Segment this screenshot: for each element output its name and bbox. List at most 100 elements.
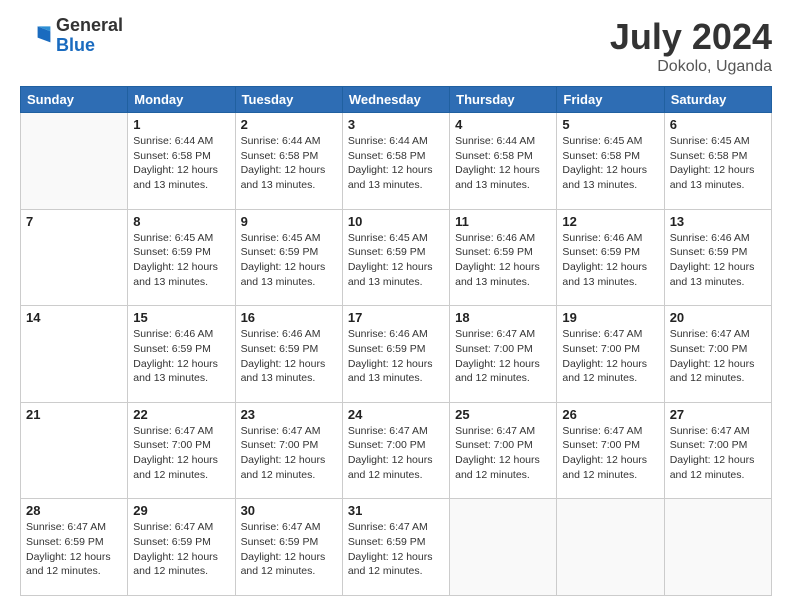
calendar-cell: 21 xyxy=(21,402,128,499)
calendar-cell: 27 Sunrise: 6:47 AMSunset: 7:00 PMDayligh… xyxy=(664,402,771,499)
day-number: 30 xyxy=(241,503,337,518)
calendar-cell: 16Sunrise: 6:46 AMSunset: 6:59 PMDayligh… xyxy=(235,306,342,403)
calendar-header-thursday: Thursday xyxy=(450,87,557,113)
day-number: 19 xyxy=(562,310,658,325)
calendar-cell xyxy=(450,499,557,596)
day-number: 13 xyxy=(670,214,766,229)
calendar-cell: 23 Sunrise: 6:47 AMSunset: 7:00 PMDayligh… xyxy=(235,402,342,499)
day-info: Sunrise: 6:47 AMSunset: 6:59 PMDaylight:… xyxy=(133,520,229,579)
calendar-cell: 30 Sunrise: 6:47 AMSunset: 6:59 PMDayligh… xyxy=(235,499,342,596)
logo-blue: Blue xyxy=(56,36,123,56)
calendar-header-row: SundayMondayTuesdayWednesdayThursdayFrid… xyxy=(21,87,772,113)
month-year: July 2024 xyxy=(610,16,772,58)
calendar-cell: 12 Sunrise: 6:46 AMSunset: 6:59 PMDayligh… xyxy=(557,209,664,306)
day-info: Sunrise: 6:47 AMSunset: 7:00 PMDaylight:… xyxy=(455,424,551,483)
day-info: Sunrise: 6:44 AMSunset: 6:58 PMDaylight:… xyxy=(348,134,444,193)
header: General Blue July 2024 Dokolo, Uganda xyxy=(20,16,772,76)
day-info: Sunrise: 6:45 AMSunset: 6:59 PMDaylight:… xyxy=(241,231,337,290)
day-number: 15 xyxy=(133,310,229,325)
calendar-cell: 13 Sunrise: 6:46 AMSunset: 6:59 PMDayligh… xyxy=(664,209,771,306)
day-number: 26 xyxy=(562,407,658,422)
day-number: 18 xyxy=(455,310,551,325)
calendar-cell: 22 Sunrise: 6:47 AMSunset: 7:00 PMDayligh… xyxy=(128,402,235,499)
calendar-header-wednesday: Wednesday xyxy=(342,87,449,113)
calendar-cell: 25 Sunrise: 6:47 AMSunset: 7:00 PMDayligh… xyxy=(450,402,557,499)
calendar-week-5: 28 Sunrise: 6:47 AMSunset: 6:59 PMDayligh… xyxy=(21,499,772,596)
logo: General Blue xyxy=(20,16,123,56)
day-info: Sunrise: 6:47 AMSunset: 6:59 PMDaylight:… xyxy=(348,520,444,579)
calendar-cell: 3Sunrise: 6:44 AMSunset: 6:58 PMDaylight… xyxy=(342,113,449,210)
day-number: 6 xyxy=(670,117,766,132)
calendar-cell: 31 Sunrise: 6:47 AMSunset: 6:59 PMDayligh… xyxy=(342,499,449,596)
day-info: Sunrise: 6:47 AMSunset: 7:00 PMDaylight:… xyxy=(562,327,658,386)
calendar-cell: 7 xyxy=(21,209,128,306)
day-number: 1 xyxy=(133,117,229,132)
calendar-header-monday: Monday xyxy=(128,87,235,113)
calendar-cell: 6 Sunrise: 6:45 AMSunset: 6:58 PMDaylight… xyxy=(664,113,771,210)
day-info: Sunrise: 6:47 AMSunset: 7:00 PMDaylight:… xyxy=(670,327,766,386)
day-number: 31 xyxy=(348,503,444,518)
day-number: 29 xyxy=(133,503,229,518)
calendar-week-1: 1 Sunrise: 6:44 AMSunset: 6:58 PMDaylight… xyxy=(21,113,772,210)
calendar-cell: 17 Sunrise: 6:46 AMSunset: 6:59 PMDayligh… xyxy=(342,306,449,403)
day-info: Sunrise: 6:44 AMSunset: 6:58 PMDaylight:… xyxy=(455,134,551,193)
calendar-week-3: 1415Sunrise: 6:46 AMSunset: 6:59 PMDayli… xyxy=(21,306,772,403)
day-number: 16 xyxy=(241,310,337,325)
calendar-cell xyxy=(21,113,128,210)
calendar-week-2: 78 Sunrise: 6:45 AMSunset: 6:59 PMDayligh… xyxy=(21,209,772,306)
day-number: 17 xyxy=(348,310,444,325)
day-info: Sunrise: 6:47 AMSunset: 7:00 PMDaylight:… xyxy=(133,424,229,483)
calendar-cell: 20Sunrise: 6:47 AMSunset: 7:00 PMDayligh… xyxy=(664,306,771,403)
day-info: Sunrise: 6:47 AMSunset: 7:00 PMDaylight:… xyxy=(241,424,337,483)
calendar-cell xyxy=(557,499,664,596)
calendar-cell xyxy=(664,499,771,596)
day-number: 21 xyxy=(26,407,122,422)
calendar-cell: 9 Sunrise: 6:45 AMSunset: 6:59 PMDaylight… xyxy=(235,209,342,306)
calendar-cell: 18Sunrise: 6:47 AMSunset: 7:00 PMDayligh… xyxy=(450,306,557,403)
day-info: Sunrise: 6:46 AMSunset: 6:59 PMDaylight:… xyxy=(670,231,766,290)
day-info: Sunrise: 6:46 AMSunset: 6:59 PMDaylight:… xyxy=(455,231,551,290)
day-number: 28 xyxy=(26,503,122,518)
day-info: Sunrise: 6:45 AMSunset: 6:59 PMDaylight:… xyxy=(133,231,229,290)
calendar-cell: 11 Sunrise: 6:46 AMSunset: 6:59 PMDayligh… xyxy=(450,209,557,306)
day-number: 5 xyxy=(562,117,658,132)
day-number: 12 xyxy=(562,214,658,229)
day-info: Sunrise: 6:46 AMSunset: 6:59 PMDaylight:… xyxy=(133,327,229,386)
day-info: Sunrise: 6:47 AMSunset: 7:00 PMDaylight:… xyxy=(670,424,766,483)
day-info: Sunrise: 6:47 AMSunset: 7:00 PMDaylight:… xyxy=(348,424,444,483)
day-number: 7 xyxy=(26,214,122,229)
logo-general: General xyxy=(56,16,123,36)
calendar-cell: 8 Sunrise: 6:45 AMSunset: 6:59 PMDaylight… xyxy=(128,209,235,306)
day-number: 23 xyxy=(241,407,337,422)
calendar-cell: 15 Sunrise: 6:46 AMSunset: 6:59 PMDayligh… xyxy=(128,306,235,403)
calendar-cell: 26Sunrise: 6:47 AMSunset: 7:00 PMDayligh… xyxy=(557,402,664,499)
logo-text: General Blue xyxy=(56,16,123,56)
day-info: Sunrise: 6:47 AMSunset: 6:59 PMDaylight:… xyxy=(241,520,337,579)
day-info: Sunrise: 6:46 AMSunset: 6:59 PMDaylight:… xyxy=(348,327,444,386)
calendar-cell: 2 Sunrise: 6:44 AMSunset: 6:58 PMDaylight… xyxy=(235,113,342,210)
page: General Blue July 2024 Dokolo, Uganda Su… xyxy=(0,0,792,612)
day-info: Sunrise: 6:45 AMSunset: 6:58 PMDaylight:… xyxy=(670,134,766,193)
day-number: 22 xyxy=(133,407,229,422)
day-number: 2 xyxy=(241,117,337,132)
day-info: Sunrise: 6:44 AMSunset: 6:58 PMDaylight:… xyxy=(133,134,229,193)
day-info: Sunrise: 6:47 AMSunset: 6:59 PMDaylight:… xyxy=(26,520,122,579)
day-info: Sunrise: 6:45 AMSunset: 6:59 PMDaylight:… xyxy=(348,231,444,290)
day-info: Sunrise: 6:44 AMSunset: 6:58 PMDaylight:… xyxy=(241,134,337,193)
day-info: Sunrise: 6:46 AMSunset: 6:59 PMDaylight:… xyxy=(562,231,658,290)
day-number: 11 xyxy=(455,214,551,229)
day-number: 10 xyxy=(348,214,444,229)
day-number: 9 xyxy=(241,214,337,229)
day-number: 27 xyxy=(670,407,766,422)
calendar-header-tuesday: Tuesday xyxy=(235,87,342,113)
location: Dokolo, Uganda xyxy=(610,58,772,76)
day-number: 8 xyxy=(133,214,229,229)
calendar-cell: 5 Sunrise: 6:45 AMSunset: 6:58 PMDaylight… xyxy=(557,113,664,210)
calendar-cell: 4Sunrise: 6:44 AMSunset: 6:58 PMDaylight… xyxy=(450,113,557,210)
calendar-header-saturday: Saturday xyxy=(664,87,771,113)
day-number: 24 xyxy=(348,407,444,422)
day-number: 25 xyxy=(455,407,551,422)
calendar-week-4: 21 22 Sunrise: 6:47 AMSunset: 7:00 PMDayli… xyxy=(21,402,772,499)
calendar-cell: 19 Sunrise: 6:47 AMSunset: 7:00 PMDayligh… xyxy=(557,306,664,403)
day-info: Sunrise: 6:45 AMSunset: 6:58 PMDaylight:… xyxy=(562,134,658,193)
